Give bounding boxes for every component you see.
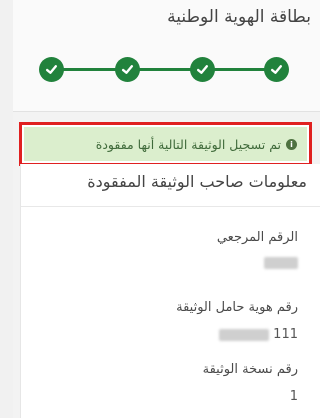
reference-number-value — [264, 257, 298, 269]
copy-number-label: رقم نسخة الوثيقة — [202, 362, 298, 377]
document-owner-card: معلومات صاحب الوثيقة المفقودة الرقم المر… — [20, 164, 320, 418]
lost-document-alert: i تم تسجيل الوثيقة التالية أنها مفقودة — [19, 122, 312, 166]
step-1-complete — [264, 57, 289, 82]
redacted-value — [264, 257, 298, 269]
check-icon — [45, 65, 58, 74]
check-icon — [196, 65, 209, 74]
step-3-complete — [115, 57, 140, 82]
holder-id-value: 111 — [219, 327, 298, 342]
stepper-line — [51, 68, 277, 71]
step-4-complete — [39, 57, 64, 82]
progress-stepper — [13, 0, 320, 112]
page: بطاقة الهوية الوطنية i تم تسجيل الوثيقة … — [13, 0, 320, 418]
info-icon: i — [286, 138, 297, 150]
alert-message: تم تسجيل الوثيقة التالية أنها مفقودة — [95, 136, 281, 152]
holder-id-label: رقم هوية حامل الوثيقة — [176, 300, 298, 315]
step-2-complete — [190, 57, 215, 82]
id-card-header: بطاقة الهوية الوطنية — [13, 0, 320, 112]
check-icon — [270, 65, 283, 74]
holder-id-prefix: 111 — [273, 327, 298, 342]
redacted-value — [219, 328, 270, 341]
divider — [21, 206, 320, 207]
check-icon — [121, 65, 134, 74]
alert-body: i تم تسجيل الوثيقة التالية أنها مفقودة — [24, 127, 307, 161]
copy-number-value: 1 — [289, 389, 298, 404]
section-title: معلومات صاحب الوثيقة المفقودة — [87, 172, 307, 191]
reference-number-label: الرقم المرجعي — [216, 230, 298, 245]
